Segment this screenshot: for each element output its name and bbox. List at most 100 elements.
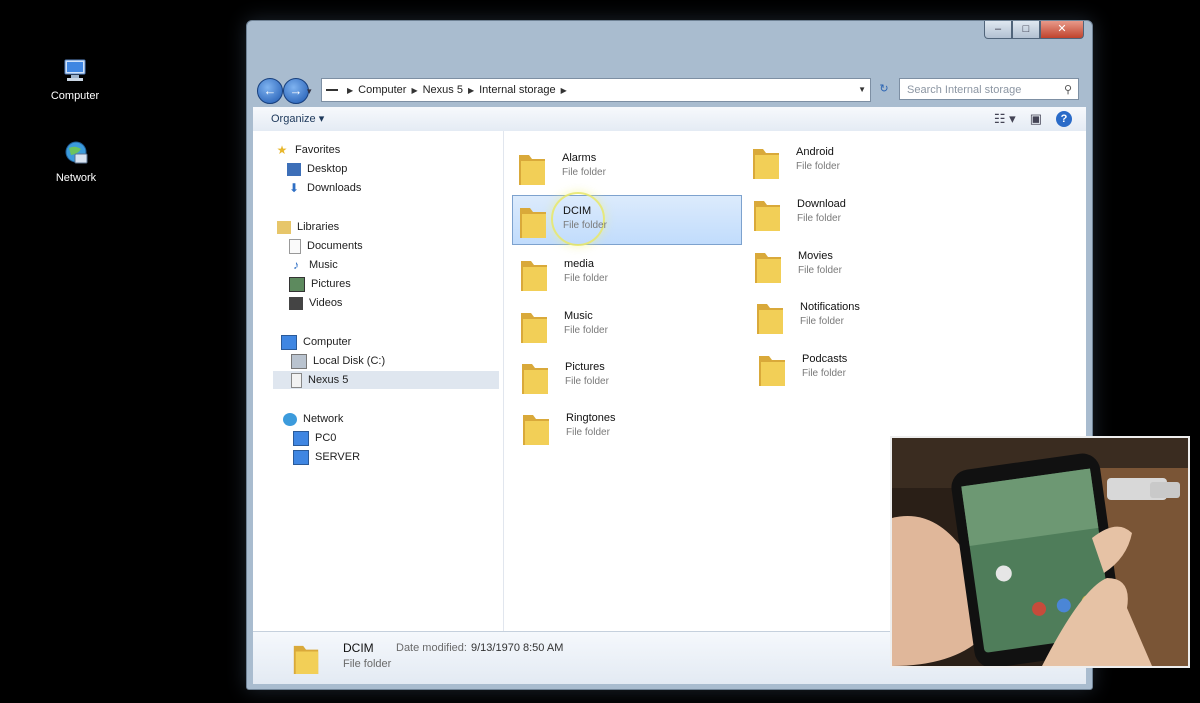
folder-type: File folder xyxy=(798,265,842,276)
refresh-button[interactable]: ↻ xyxy=(873,79,895,99)
desktop-icon-computer[interactable]: Computer xyxy=(35,58,115,102)
arrow-right-icon: → xyxy=(289,83,303,98)
folder-item[interactable]: Ringtones File folder xyxy=(516,403,746,453)
folder-item[interactable]: Music File folder xyxy=(514,301,744,351)
video-icon xyxy=(289,296,303,310)
back-button[interactable]: ← xyxy=(257,78,283,104)
folder-name: Android xyxy=(796,146,834,158)
nav-local-disk[interactable]: Local Disk (C:) xyxy=(291,352,385,370)
search-input[interactable]: Search Internal storage ⚲ xyxy=(899,78,1079,100)
folder-item[interactable]: Alarms File folder xyxy=(512,143,742,193)
close-button[interactable]: ✕ xyxy=(1040,21,1084,39)
folder-icon xyxy=(519,155,545,185)
network-icon xyxy=(283,412,297,426)
computer-icon xyxy=(64,59,86,81)
folder-name: Podcasts xyxy=(802,353,848,365)
chevron-right-icon[interactable]: ▶ xyxy=(468,86,474,95)
folder-type: File folder xyxy=(566,427,610,438)
folder-item[interactable]: Android File folder xyxy=(746,137,976,187)
address-dropdown-icon[interactable]: ▼ xyxy=(858,79,866,101)
nav-server[interactable]: SERVER xyxy=(293,448,360,466)
nav-label: Music xyxy=(309,259,338,271)
folder-name: Ringtones xyxy=(566,412,616,424)
desktop-icon-label: Computer xyxy=(50,90,100,102)
nav-music[interactable]: ♪ Music xyxy=(289,256,338,274)
nav-nexus5[interactable]: Nexus 5 xyxy=(273,371,499,389)
nav-favorites[interactable]: ★ Favorites xyxy=(275,141,341,159)
recent-pages-dropdown[interactable]: ▾ xyxy=(307,86,312,97)
details-type: File folder xyxy=(343,658,392,670)
folder-item[interactable]: Podcasts File folder xyxy=(752,344,982,394)
folder-item[interactable]: Notifications File folder xyxy=(750,292,980,342)
nav-label: Documents xyxy=(307,240,363,252)
maximize-button[interactable]: □ xyxy=(1012,21,1040,39)
breadcrumb-nexus5[interactable]: Nexus 5 xyxy=(423,84,463,96)
window-controls: – □ ✕ xyxy=(984,21,1084,39)
folder-type: File folder xyxy=(563,220,607,231)
star-icon: ★ xyxy=(276,142,288,157)
portable-device-icon xyxy=(291,372,302,388)
command-bar: Organize ▾ ☷ ▾ ▣ ? xyxy=(253,107,1086,132)
nav-libraries[interactable]: Libraries xyxy=(277,218,339,236)
library-icon xyxy=(277,220,291,234)
nav-videos[interactable]: Videos xyxy=(289,294,342,312)
help-icon[interactable]: ? xyxy=(1056,111,1072,127)
search-placeholder: Search Internal storage xyxy=(907,84,1022,96)
folder-icon xyxy=(753,149,779,179)
folder-icon xyxy=(757,304,783,334)
nav-label: Nexus 5 xyxy=(308,374,349,386)
minimize-button[interactable]: – xyxy=(984,21,1012,39)
folder-name: Pictures xyxy=(565,361,605,373)
forward-button[interactable]: → xyxy=(283,78,309,104)
folder-item[interactable]: Download File folder xyxy=(747,189,977,239)
folder-type: File folder xyxy=(802,368,846,379)
nav-computer[interactable]: Computer xyxy=(281,333,351,351)
nav-label: Libraries xyxy=(297,221,340,233)
breadcrumb-internal-storage[interactable]: Internal storage xyxy=(479,84,555,96)
folder-item[interactable]: media File folder xyxy=(514,249,744,299)
address-bar[interactable]: ▶ Computer ▶ Nexus 5 ▶ Internal storage ▶ ▼ xyxy=(321,78,871,102)
chevron-right-icon[interactable]: ▶ xyxy=(411,86,417,95)
nav-desktop[interactable]: Desktop xyxy=(287,160,347,178)
computer-icon xyxy=(281,334,297,350)
folder-icon xyxy=(523,415,549,445)
nav-downloads[interactable]: ⬇ Downloads xyxy=(287,179,361,197)
picture-icon xyxy=(289,276,305,292)
desktop-folder-icon xyxy=(287,162,301,176)
nav-pc0[interactable]: PC0 xyxy=(293,429,336,447)
document-icon xyxy=(289,238,301,254)
folder-name: Music xyxy=(564,310,593,322)
folder-name: Alarms xyxy=(562,152,597,164)
chevron-right-icon[interactable]: ▶ xyxy=(561,86,567,95)
folder-item-selected[interactable]: DCIM File folder xyxy=(512,192,742,246)
view-options-icon[interactable]: ☷ ▾ xyxy=(994,110,1016,128)
folder-type: File folder xyxy=(564,273,608,284)
nav-label: Pictures xyxy=(311,278,351,290)
folder-icon xyxy=(521,261,547,291)
network-computer-icon xyxy=(293,430,309,446)
breadcrumb-computer[interactable]: Computer xyxy=(358,84,406,96)
organize-menu-button[interactable]: Organize ▾ xyxy=(271,112,324,125)
webcam-overlay xyxy=(890,436,1190,668)
folder-name: Movies xyxy=(798,250,833,262)
details-modified-value: 9/13/1970 8:50 AM xyxy=(471,642,564,654)
details-modified-label: Date modified: xyxy=(396,642,467,654)
nav-pictures[interactable]: Pictures xyxy=(289,275,351,293)
chevron-right-icon[interactable]: ▶ xyxy=(347,86,353,95)
address-root-icon xyxy=(326,89,338,92)
folder-icon xyxy=(755,253,781,283)
folder-type: File folder xyxy=(564,325,608,336)
folder-type: File folder xyxy=(562,167,606,178)
cursor-highlight xyxy=(551,192,605,246)
nav-documents[interactable]: Documents xyxy=(289,237,363,255)
desktop-icon-network[interactable]: Network xyxy=(36,140,116,184)
nav-label: Downloads xyxy=(307,182,362,194)
folder-item[interactable]: Movies File folder xyxy=(748,241,978,291)
nav-network[interactable]: Network xyxy=(283,410,343,428)
hard-drive-icon xyxy=(291,353,307,369)
folder-icon xyxy=(754,201,780,231)
preview-pane-icon[interactable]: ▣ xyxy=(1030,110,1042,128)
nav-label: Computer xyxy=(303,336,352,348)
folder-name: media xyxy=(564,258,594,270)
folder-item[interactable]: Pictures File folder xyxy=(515,352,745,402)
